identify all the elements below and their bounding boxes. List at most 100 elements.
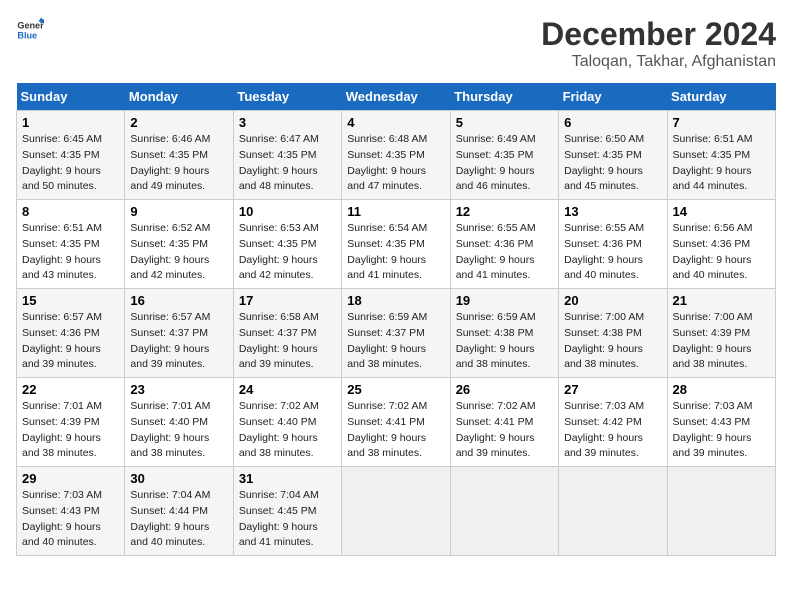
- daylight-label: Daylight: 9 hours and 42 minutes.: [239, 254, 318, 282]
- sunrise-label: Sunrise: 6:55 AM: [564, 222, 644, 234]
- calendar-cell: 12 Sunrise: 6:55 AM Sunset: 4:36 PM Dayl…: [450, 200, 558, 289]
- calendar-cell: 22 Sunrise: 7:01 AM Sunset: 4:39 PM Dayl…: [17, 378, 125, 467]
- daylight-label: Daylight: 9 hours and 47 minutes.: [347, 165, 426, 193]
- sunset-label: Sunset: 4:40 PM: [239, 416, 317, 428]
- daylight-label: Daylight: 9 hours and 39 minutes.: [22, 343, 101, 371]
- calendar-header: SundayMondayTuesdayWednesdayThursdayFrid…: [17, 83, 776, 111]
- day-number: 20: [564, 293, 661, 308]
- day-of-week-header: Tuesday: [233, 83, 341, 111]
- daylight-label: Daylight: 9 hours and 38 minutes.: [239, 432, 318, 460]
- daylight-label: Daylight: 9 hours and 50 minutes.: [22, 165, 101, 193]
- sunset-label: Sunset: 4:35 PM: [239, 149, 317, 161]
- sunset-label: Sunset: 4:35 PM: [564, 149, 642, 161]
- day-info: Sunrise: 6:54 AM Sunset: 4:35 PM Dayligh…: [347, 221, 444, 284]
- calendar-cell: 2 Sunrise: 6:46 AM Sunset: 4:35 PM Dayli…: [125, 111, 233, 200]
- daylight-label: Daylight: 9 hours and 41 minutes.: [347, 254, 426, 282]
- daylight-label: Daylight: 9 hours and 38 minutes.: [564, 343, 643, 371]
- calendar-cell: 15 Sunrise: 6:57 AM Sunset: 4:36 PM Dayl…: [17, 289, 125, 378]
- daylight-label: Daylight: 9 hours and 44 minutes.: [673, 165, 752, 193]
- sunrise-label: Sunrise: 7:00 AM: [564, 311, 644, 323]
- calendar-cell: 23 Sunrise: 7:01 AM Sunset: 4:40 PM Dayl…: [125, 378, 233, 467]
- day-info: Sunrise: 7:00 AM Sunset: 4:38 PM Dayligh…: [564, 310, 661, 373]
- day-number: 6: [564, 115, 661, 130]
- sunset-label: Sunset: 4:35 PM: [673, 149, 751, 161]
- daylight-label: Daylight: 9 hours and 38 minutes.: [673, 343, 752, 371]
- day-number: 13: [564, 204, 661, 219]
- daylight-label: Daylight: 9 hours and 38 minutes.: [130, 432, 209, 460]
- calendar-body: 1 Sunrise: 6:45 AM Sunset: 4:35 PM Dayli…: [17, 111, 776, 556]
- sunset-label: Sunset: 4:37 PM: [239, 327, 317, 339]
- sunrise-label: Sunrise: 7:04 AM: [130, 489, 210, 501]
- day-number: 24: [239, 382, 336, 397]
- day-info: Sunrise: 7:03 AM Sunset: 4:43 PM Dayligh…: [673, 399, 770, 462]
- daylight-label: Daylight: 9 hours and 39 minutes.: [456, 432, 535, 460]
- calendar-cell: 14 Sunrise: 6:56 AM Sunset: 4:36 PM Dayl…: [667, 200, 775, 289]
- day-info: Sunrise: 7:02 AM Sunset: 4:41 PM Dayligh…: [456, 399, 553, 462]
- sunrise-label: Sunrise: 6:56 AM: [673, 222, 753, 234]
- sunset-label: Sunset: 4:37 PM: [130, 327, 208, 339]
- logo-icon: General Blue: [16, 16, 44, 44]
- sunrise-label: Sunrise: 6:59 AM: [456, 311, 536, 323]
- calendar-week-row: 29 Sunrise: 7:03 AM Sunset: 4:43 PM Dayl…: [17, 467, 776, 556]
- day-info: Sunrise: 7:00 AM Sunset: 4:39 PM Dayligh…: [673, 310, 770, 373]
- sunset-label: Sunset: 4:36 PM: [564, 238, 642, 250]
- day-info: Sunrise: 6:50 AM Sunset: 4:35 PM Dayligh…: [564, 132, 661, 195]
- daylight-label: Daylight: 9 hours and 40 minutes.: [564, 254, 643, 282]
- calendar-week-row: 22 Sunrise: 7:01 AM Sunset: 4:39 PM Dayl…: [17, 378, 776, 467]
- sunset-label: Sunset: 4:36 PM: [673, 238, 751, 250]
- calendar-week-row: 15 Sunrise: 6:57 AM Sunset: 4:36 PM Dayl…: [17, 289, 776, 378]
- sunrise-label: Sunrise: 6:52 AM: [130, 222, 210, 234]
- calendar-cell: 16 Sunrise: 6:57 AM Sunset: 4:37 PM Dayl…: [125, 289, 233, 378]
- daylight-label: Daylight: 9 hours and 48 minutes.: [239, 165, 318, 193]
- day-number: 7: [673, 115, 770, 130]
- sunset-label: Sunset: 4:43 PM: [22, 505, 100, 517]
- sunrise-label: Sunrise: 6:51 AM: [22, 222, 102, 234]
- day-info: Sunrise: 6:47 AM Sunset: 4:35 PM Dayligh…: [239, 132, 336, 195]
- day-number: 4: [347, 115, 444, 130]
- day-info: Sunrise: 6:57 AM Sunset: 4:37 PM Dayligh…: [130, 310, 227, 373]
- sunrise-label: Sunrise: 6:53 AM: [239, 222, 319, 234]
- day-number: 5: [456, 115, 553, 130]
- day-number: 28: [673, 382, 770, 397]
- sunset-label: Sunset: 4:35 PM: [239, 238, 317, 250]
- sunrise-label: Sunrise: 7:01 AM: [22, 400, 102, 412]
- day-info: Sunrise: 6:51 AM Sunset: 4:35 PM Dayligh…: [22, 221, 119, 284]
- calendar-cell: 25 Sunrise: 7:02 AM Sunset: 4:41 PM Dayl…: [342, 378, 450, 467]
- day-number: 3: [239, 115, 336, 130]
- daylight-label: Daylight: 9 hours and 39 minutes.: [564, 432, 643, 460]
- calendar-cell: 10 Sunrise: 6:53 AM Sunset: 4:35 PM Dayl…: [233, 200, 341, 289]
- sunset-label: Sunset: 4:38 PM: [564, 327, 642, 339]
- day-number: 29: [22, 471, 119, 486]
- day-info: Sunrise: 6:56 AM Sunset: 4:36 PM Dayligh…: [673, 221, 770, 284]
- day-number: 16: [130, 293, 227, 308]
- svg-text:General: General: [17, 21, 44, 31]
- day-number: 21: [673, 293, 770, 308]
- sunrise-label: Sunrise: 6:48 AM: [347, 133, 427, 145]
- calendar-table: SundayMondayTuesdayWednesdayThursdayFrid…: [16, 83, 776, 556]
- sunrise-label: Sunrise: 6:54 AM: [347, 222, 427, 234]
- calendar-cell: 8 Sunrise: 6:51 AM Sunset: 4:35 PM Dayli…: [17, 200, 125, 289]
- calendar-cell: 20 Sunrise: 7:00 AM Sunset: 4:38 PM Dayl…: [559, 289, 667, 378]
- day-info: Sunrise: 7:02 AM Sunset: 4:40 PM Dayligh…: [239, 399, 336, 462]
- sunset-label: Sunset: 4:35 PM: [130, 238, 208, 250]
- calendar-week-row: 1 Sunrise: 6:45 AM Sunset: 4:35 PM Dayli…: [17, 111, 776, 200]
- daylight-label: Daylight: 9 hours and 45 minutes.: [564, 165, 643, 193]
- sunset-label: Sunset: 4:41 PM: [347, 416, 425, 428]
- day-info: Sunrise: 6:55 AM Sunset: 4:36 PM Dayligh…: [456, 221, 553, 284]
- calendar-cell: 26 Sunrise: 7:02 AM Sunset: 4:41 PM Dayl…: [450, 378, 558, 467]
- sunset-label: Sunset: 4:41 PM: [456, 416, 534, 428]
- day-number: 11: [347, 204, 444, 219]
- sunset-label: Sunset: 4:35 PM: [347, 149, 425, 161]
- day-number: 14: [673, 204, 770, 219]
- day-info: Sunrise: 7:03 AM Sunset: 4:43 PM Dayligh…: [22, 488, 119, 551]
- daylight-label: Daylight: 9 hours and 39 minutes.: [239, 343, 318, 371]
- day-info: Sunrise: 7:04 AM Sunset: 4:44 PM Dayligh…: [130, 488, 227, 551]
- day-number: 12: [456, 204, 553, 219]
- day-number: 23: [130, 382, 227, 397]
- sunrise-label: Sunrise: 6:51 AM: [673, 133, 753, 145]
- day-of-week-header: Thursday: [450, 83, 558, 111]
- day-info: Sunrise: 7:01 AM Sunset: 4:40 PM Dayligh…: [130, 399, 227, 462]
- daylight-label: Daylight: 9 hours and 40 minutes.: [130, 521, 209, 549]
- calendar-cell: 19 Sunrise: 6:59 AM Sunset: 4:38 PM Dayl…: [450, 289, 558, 378]
- day-of-week-header: Monday: [125, 83, 233, 111]
